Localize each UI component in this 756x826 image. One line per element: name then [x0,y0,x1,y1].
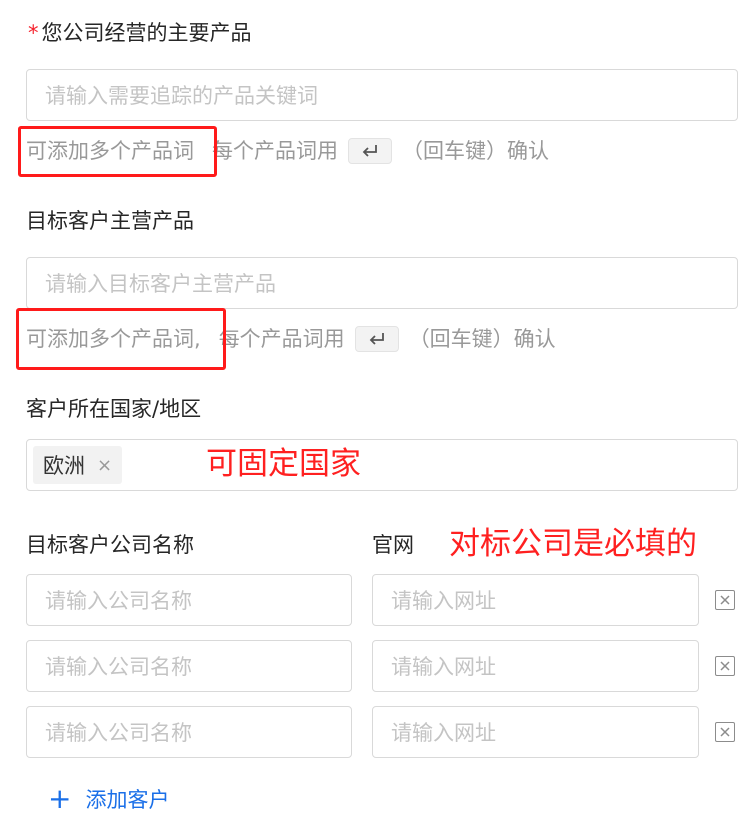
required-mark: * [28,21,39,45]
delete-row-icon[interactable] [715,722,735,742]
annotation-box-2 [16,308,226,370]
tag-close-icon[interactable]: × [97,455,112,476]
main-products-placeholder: 请输入需要追踪的产品关键词 [45,84,318,108]
company-name-input[interactable]: 请输入公司名称 [26,574,352,626]
annotation-country-note: 可固定国家 [206,446,361,482]
main-products-hint-end: （回车键）确认 [402,139,549,163]
website-input[interactable]: 请输入网址 [372,706,699,758]
company-name-input[interactable]: 请输入公司名称 [26,706,352,758]
annotation-box-1 [18,126,217,177]
enter-key-icon [354,326,399,352]
website-input[interactable]: 请输入网址 [372,574,699,626]
country-select[interactable]: 欧洲 × [26,439,738,491]
add-customer-label: 添加客户 [85,788,170,812]
company-name-input[interactable]: 请输入公司名称 [26,640,352,692]
website-placeholder: 请输入网址 [391,589,496,613]
website-placeholder: 请输入网址 [391,721,496,745]
company-name-label: 目标客户公司名称 [26,533,194,557]
country-label: 客户所在国家/地区 [26,397,202,421]
enter-key-icon [348,138,392,164]
website-label: 官网 [372,533,414,557]
target-products-label: 目标客户主营产品 [26,209,194,233]
plus-icon: + [48,782,72,815]
annotation-companies-note: 对标公司是必填的 [449,526,697,562]
main-products-label-text: 您公司经营的主要产品 [41,21,252,45]
main-products-input[interactable]: 请输入需要追踪的产品关键词 [26,69,738,121]
company-name-placeholder: 请输入公司名称 [45,589,192,613]
target-products-placeholder: 请输入目标客户主营产品 [45,272,276,296]
main-products-label: * 您公司经营的主要产品 [28,19,252,47]
target-products-input[interactable]: 请输入目标客户主营产品 [26,257,738,309]
target-products-hint-end: （回车键）确认 [408,327,556,351]
country-tag: 欧洲 × [33,446,123,484]
main-products-hint-after: 每个产品词用 [212,139,338,163]
website-placeholder: 请输入网址 [391,655,496,679]
add-customer-button[interactable]: + 添加客户 [48,784,169,814]
company-name-placeholder: 请输入公司名称 [45,721,192,745]
country-tag-label: 欧洲 [43,454,85,478]
delete-row-icon[interactable] [715,590,735,610]
delete-row-icon[interactable] [715,656,735,676]
target-products-hint-after: 每个产品词用 [218,327,345,351]
company-name-placeholder: 请输入公司名称 [45,655,192,679]
website-input[interactable]: 请输入网址 [372,640,699,692]
